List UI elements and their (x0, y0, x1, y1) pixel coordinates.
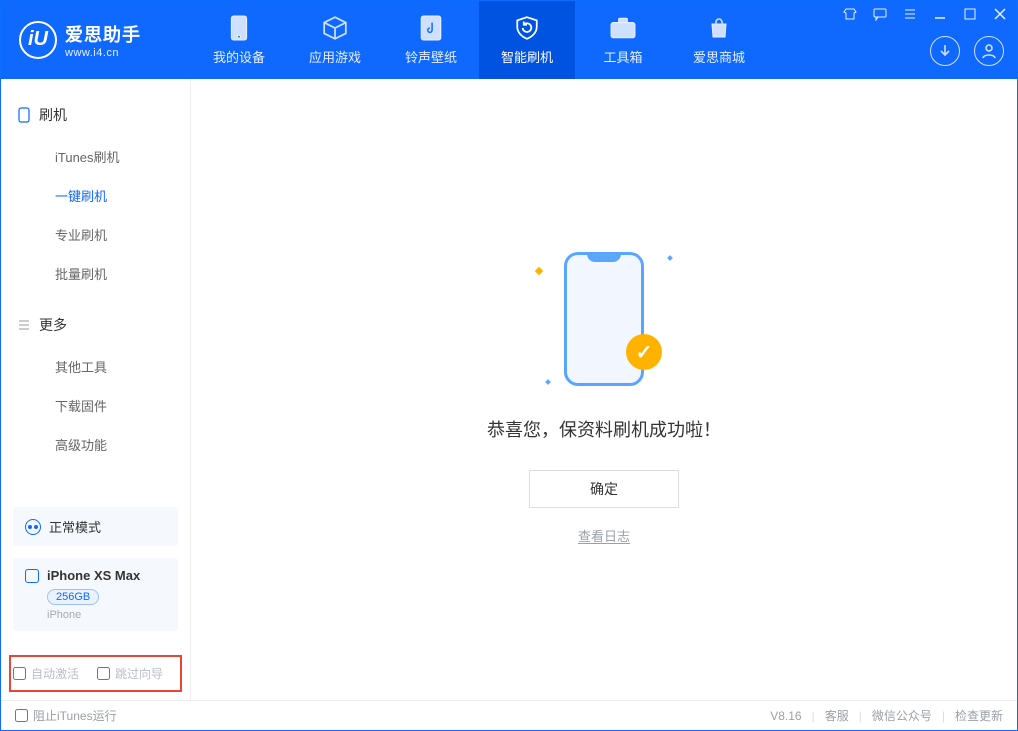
success-message: 恭喜您，保资料刷机成功啦！ (487, 416, 721, 442)
cube-icon (322, 15, 348, 41)
app-url: www.i4.cn (65, 47, 141, 59)
link-wechat[interactable]: 微信公众号 (872, 707, 932, 724)
app-logo-icon: iU (19, 21, 57, 59)
music-file-icon (418, 15, 444, 41)
device-mode-label: 正常模式 (49, 517, 101, 536)
device-mode-card[interactable]: 正常模式 (13, 507, 178, 546)
view-log-link[interactable]: 查看日志 (578, 526, 630, 545)
checkbox-auto-activate[interactable]: 自动激活 (13, 665, 79, 682)
device-type: iPhone (47, 609, 166, 621)
window-controls (842, 6, 1008, 22)
sidebar-item-itunes-flash[interactable]: iTunes刷机 (1, 137, 190, 176)
maximize-icon[interactable] (962, 6, 978, 22)
download-button[interactable] (930, 36, 960, 66)
device-name: iPhone XS Max (47, 568, 140, 583)
device-icon (25, 569, 39, 583)
success-illustration: ✓ (524, 234, 684, 394)
tab-apps-games[interactable]: 应用游戏 (287, 1, 383, 79)
device-card[interactable]: iPhone XS Max 256GB iPhone (13, 558, 178, 631)
checkbox-skip-guide-input[interactable] (97, 667, 110, 680)
sidebar-item-pro-flash[interactable]: 专业刷机 (1, 215, 190, 254)
briefcase-icon (610, 15, 636, 41)
version-label: V8.16 (770, 709, 801, 723)
link-check-update[interactable]: 检查更新 (955, 707, 1003, 724)
feedback-icon[interactable] (872, 6, 888, 22)
bag-icon (706, 15, 732, 41)
options-box-highlighted: 自动激活 跳过向导 (9, 655, 182, 692)
menu-icon[interactable] (902, 6, 918, 22)
sidebar: 刷机 iTunes刷机 一键刷机 专业刷机 批量刷机 更多 其他工具 下载固件 … (1, 79, 191, 700)
sidebar-item-advanced[interactable]: 高级功能 (1, 425, 190, 464)
sidebar-item-other-tools[interactable]: 其他工具 (1, 347, 190, 386)
main-panel: ✓ 恭喜您，保资料刷机成功啦！ 确定 查看日志 (191, 79, 1017, 700)
sidebar-item-batch-flash[interactable]: 批量刷机 (1, 254, 190, 293)
check-badge-icon: ✓ (626, 334, 662, 370)
tab-my-device[interactable]: 我的设备 (191, 1, 287, 79)
sidebar-item-download-firmware[interactable]: 下载固件 (1, 386, 190, 425)
phone-icon (226, 15, 252, 41)
confirm-button[interactable]: 确定 (529, 470, 679, 508)
tab-ringtones-wallpapers[interactable]: 铃声壁纸 (383, 1, 479, 79)
checkbox-block-itunes[interactable]: 阻止iTunes运行 (15, 707, 117, 724)
close-icon[interactable] (992, 6, 1008, 22)
sidebar-item-oneclick-flash[interactable]: 一键刷机 (1, 176, 190, 215)
device-storage-badge: 256GB (47, 589, 99, 605)
sidebar-group-flash: 刷机 (1, 97, 190, 137)
title-bar: iU 爱思助手 www.i4.cn 我的设备 应用游戏 铃声壁纸 智能刷机 工具… (1, 1, 1017, 79)
status-bar: 阻止iTunes运行 V8.16 | 客服 | 微信公众号 | 检查更新 (1, 700, 1017, 730)
tab-toolbox[interactable]: 工具箱 (575, 1, 671, 79)
refresh-shield-icon (514, 15, 540, 41)
tab-smart-flash[interactable]: 智能刷机 (479, 1, 575, 79)
checkbox-auto-activate-input[interactable] (13, 667, 26, 680)
sidebar-group-more: 更多 (1, 307, 190, 347)
app-name: 爱思助手 (65, 21, 141, 47)
tab-store[interactable]: 爱思商城 (671, 1, 767, 79)
link-support[interactable]: 客服 (825, 707, 849, 724)
hamburger-icon (17, 318, 31, 332)
skin-icon[interactable] (842, 6, 858, 22)
phone-outline-icon (17, 108, 31, 122)
minimize-icon[interactable] (932, 6, 948, 22)
mode-icon (25, 519, 41, 535)
checkbox-block-itunes-input[interactable] (15, 709, 28, 722)
brand: iU 爱思助手 www.i4.cn (1, 1, 191, 79)
checkbox-skip-guide[interactable]: 跳过向导 (97, 665, 163, 682)
user-account-button[interactable] (974, 36, 1004, 66)
